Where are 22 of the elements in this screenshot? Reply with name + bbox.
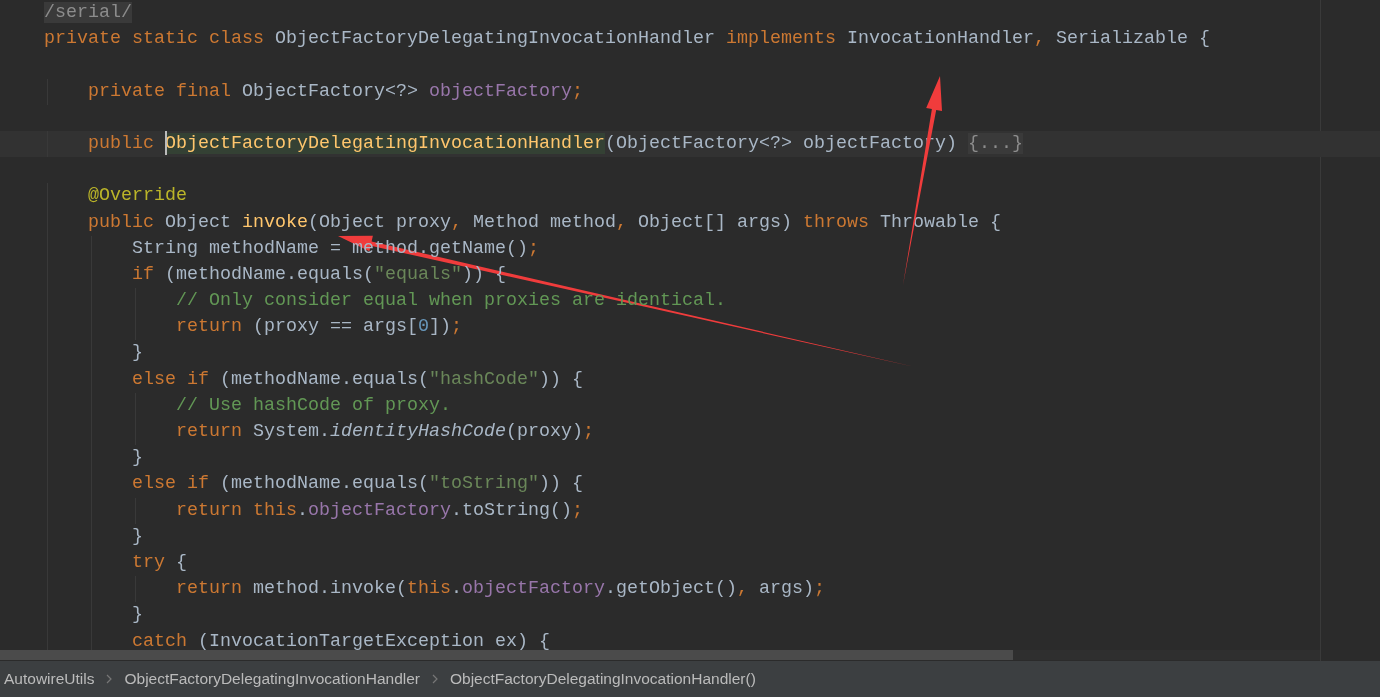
- code-line: return method.invoke(this.objectFactory.getObject(), args);: [0, 576, 1380, 603]
- code-line: return (proxy == args[0]);: [0, 314, 1380, 341]
- code-line: return this.objectFactory.toString();: [0, 497, 1380, 524]
- code-line: return System.identityHashCode(proxy);: [0, 419, 1380, 446]
- code-line: else if (methodName.equals("hashCode")) {: [0, 366, 1380, 393]
- code-line: // Use hashCode of proxy.: [0, 392, 1380, 419]
- code-line: }: [0, 523, 1380, 550]
- code-line: }: [0, 602, 1380, 629]
- code-line: }: [0, 445, 1380, 472]
- horizontal-scrollbar[interactable]: [0, 650, 1320, 660]
- code-line: try {: [0, 549, 1380, 577]
- breadcrumb-item[interactable]: ObjectFactoryDelegatingInvocationHandler: [124, 670, 420, 688]
- code-line: else if (methodName.equals("toString")) {: [0, 471, 1380, 498]
- code-line: private final ObjectFactory<?> objectFactory;: [0, 78, 1380, 105]
- breadcrumb-item[interactable]: ObjectFactoryDelegatingInvocationHandler(): [450, 670, 756, 688]
- code-line: }: [0, 340, 1380, 367]
- breadcrumb-item[interactable]: AutowireUtils: [4, 670, 95, 688]
- chevron-icon: [106, 674, 113, 684]
- chevron-icon: [432, 674, 438, 684]
- code-line: private static class ObjectFactoryDelegatingInvocationHandler implements InvocationHandler, Serializable {: [43, 27, 1211, 52]
- code-line: @Override: [0, 183, 1380, 210]
- code-line: // Only consider equal when proxies are identical.: [0, 288, 1380, 315]
